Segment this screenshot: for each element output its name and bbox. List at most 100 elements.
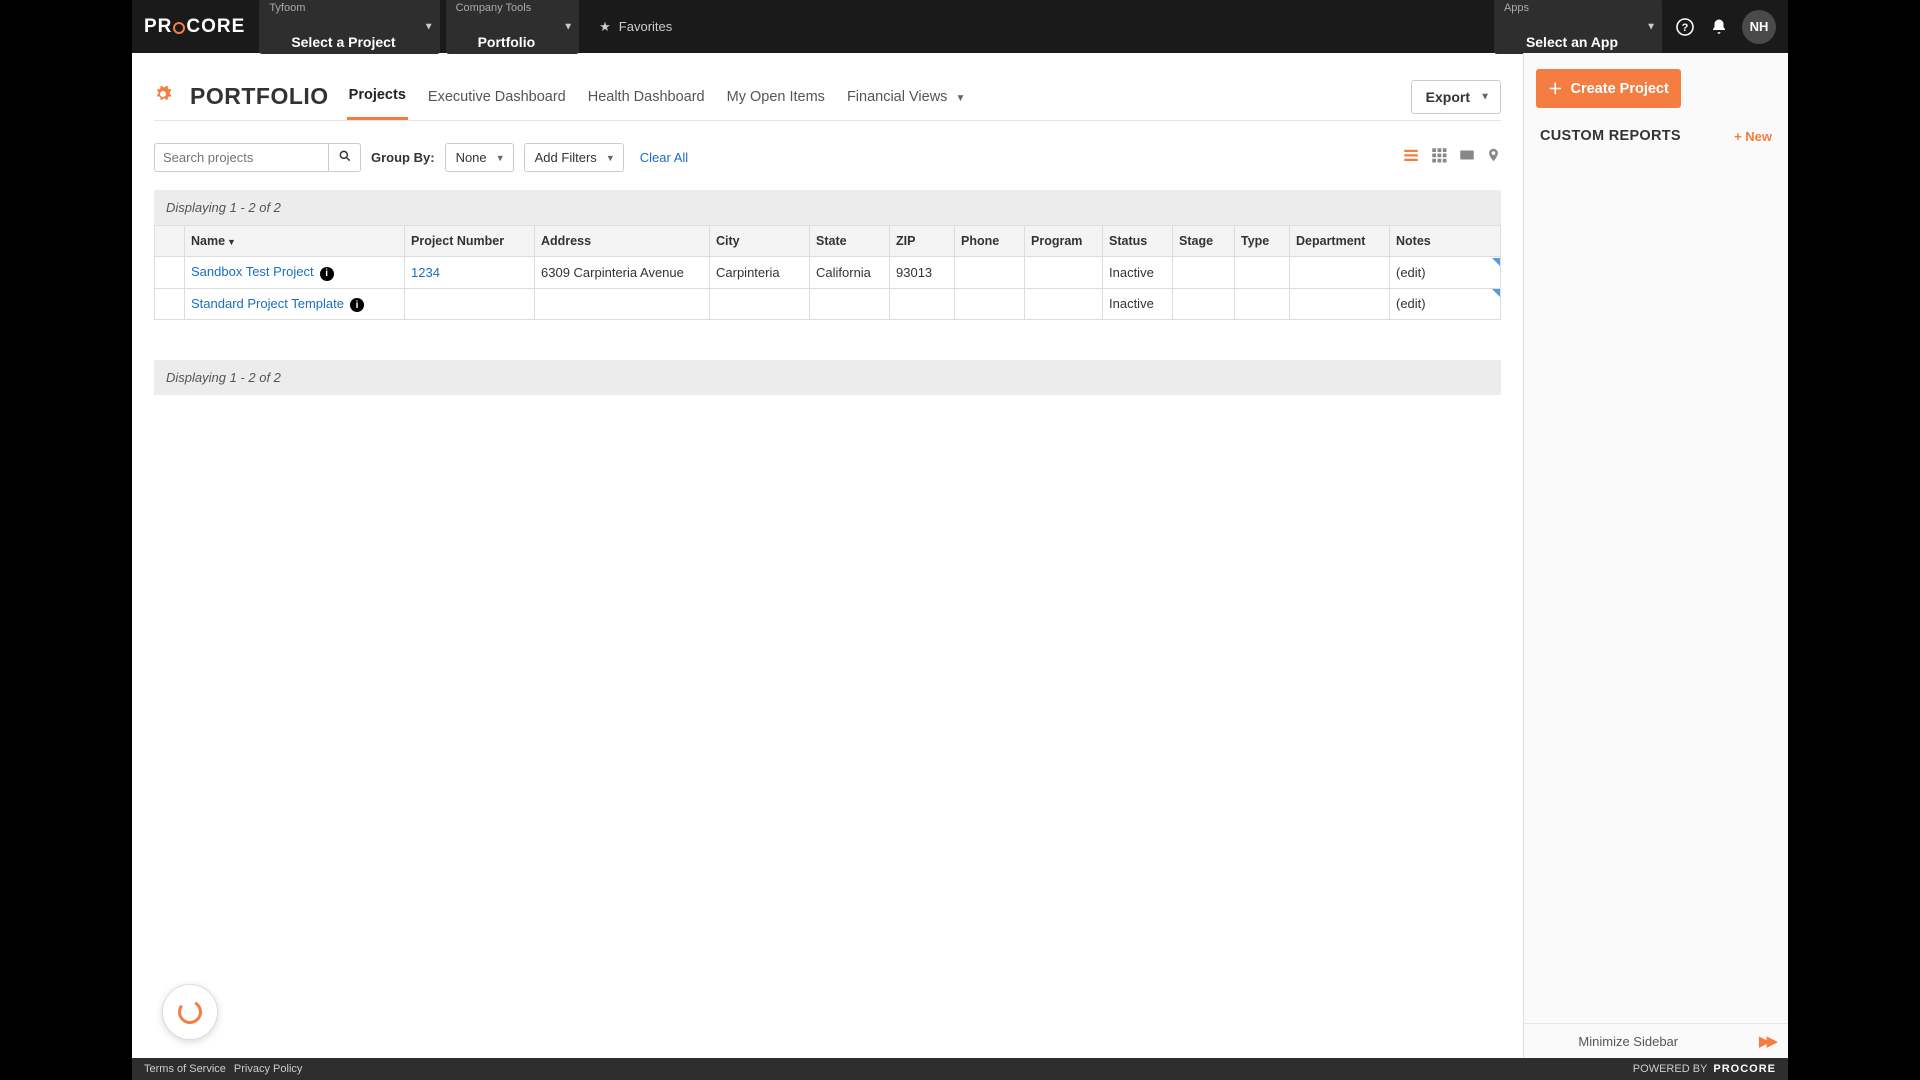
right-sidebar: ＋ Create Project CUSTOM REPORTS + New Mi… [1523,53,1788,1058]
page-title: PORTFOLIO [190,83,329,110]
help-icon[interactable]: ? [1672,14,1698,40]
tab-my-open-items[interactable]: My Open Items [725,75,827,119]
col-type[interactable]: Type [1235,226,1290,257]
projects-table: Name▼ Project Number Address City State … [154,225,1501,320]
col-phone[interactable]: Phone [955,226,1025,257]
add-filters-label: Add Filters [535,150,597,165]
tab-projects[interactable]: Projects [347,73,408,120]
caret-down-icon: ▼ [606,153,615,163]
user-avatar[interactable]: NH [1742,10,1776,44]
topbar: PRCORE Tyfoom Select a Project ▼ Company… [132,0,1788,53]
apps-selector-sup: Apps [1504,3,1640,14]
table-row: Sandbox Test Project i 1234 6309 Carpinteri… [155,257,1501,289]
powered-by-label: POWERED BY [1633,1063,1708,1075]
project-selector[interactable]: Tyfoom Select a Project ▼ [259,0,439,54]
cell-state [810,288,890,320]
caret-down-icon: ▼ [496,153,505,163]
tab-health-dashboard[interactable]: Health Dashboard [586,75,707,119]
col-program[interactable]: Program [1025,226,1103,257]
favorites-link[interactable]: ★ Favorites [599,19,672,35]
cell-number: 1234 [405,257,535,289]
cell-zip [890,288,955,320]
minimize-sidebar[interactable]: Minimize Sidebar ▶▶ [1524,1023,1788,1058]
col-status[interactable]: Status [1103,226,1173,257]
col-state[interactable]: State [810,226,890,257]
clear-all-link[interactable]: Clear All [640,150,688,165]
cell-name: Sandbox Test Project i [185,257,405,289]
view-map-icon[interactable] [1486,146,1501,169]
col-name-label: Name [191,234,225,248]
star-icon: ★ [599,19,611,35]
info-icon[interactable]: i [350,298,364,312]
bell-icon[interactable] [1706,14,1732,40]
table-header-row: Name▼ Project Number Address City State … [155,226,1501,257]
cell-phone [955,288,1025,320]
cell-status: Inactive [1103,288,1173,320]
export-button[interactable]: Export ▼ [1411,80,1501,114]
edit-notes-link[interactable]: (edit) [1396,296,1426,311]
new-report-link[interactable]: + New [1734,129,1772,144]
footer: Terms of Service Privacy Policy POWERED … [132,1058,1788,1080]
col-name[interactable]: Name▼ [185,226,405,257]
cell-program [1025,288,1103,320]
cell-address: 6309 Carpinteria Avenue [535,257,710,289]
cell-star[interactable] [155,257,185,289]
gear-icon[interactable] [154,85,172,108]
col-number[interactable]: Project Number [405,226,535,257]
search-button[interactable] [329,143,361,172]
info-icon[interactable]: i [320,267,334,281]
caret-down-icon: ▼ [1646,21,1656,32]
col-address[interactable]: Address [535,226,710,257]
create-project-label: Create Project [1571,81,1669,97]
cell-stage [1173,288,1235,320]
note-flag-icon [1492,289,1500,297]
tab-exec-dashboard[interactable]: Executive Dashboard [426,75,568,119]
tools-selector[interactable]: Company Tools Portfolio ▼ [446,0,580,54]
favorites-label: Favorites [619,19,672,34]
tos-link[interactable]: Terms of Service [144,1063,226,1075]
minimize-label: Minimize Sidebar [1578,1034,1678,1049]
export-label: Export [1426,89,1470,105]
table-row: Standard Project Template i Inactive (edit) [155,288,1501,320]
cell-city [710,288,810,320]
cell-notes: (edit) [1390,257,1501,289]
view-grid-icon[interactable] [1430,146,1448,169]
col-department[interactable]: Department [1290,226,1390,257]
privacy-link[interactable]: Privacy Policy [234,1063,302,1075]
caret-down-icon: ▼ [955,93,965,104]
project-link[interactable]: Standard Project Template [191,296,344,311]
chevron-right-icon: ▶▶ [1759,1032,1774,1050]
cell-address [535,288,710,320]
cell-status: Inactive [1103,257,1173,289]
tools-selector-sup: Company Tools [456,3,558,14]
col-star[interactable] [155,226,185,257]
col-stage[interactable]: Stage [1173,226,1235,257]
procore-logo[interactable]: PRCORE [144,16,245,38]
edit-notes-link[interactable]: (edit) [1396,265,1426,280]
groupby-label: Group By: [371,150,435,165]
apps-selector[interactable]: Apps Select an App ▼ [1494,0,1662,54]
col-notes[interactable]: Notes [1390,226,1501,257]
groupby-value: None [456,150,487,165]
cell-type [1235,288,1290,320]
col-city[interactable]: City [710,226,810,257]
search-input[interactable] [154,143,329,172]
tab-financial-views[interactable]: Financial Views ▼ [845,75,967,119]
groupby-select[interactable]: None ▼ [445,143,514,172]
page-header: PORTFOLIO Projects Executive Dashboard H… [154,73,1501,121]
view-list-icon[interactable] [1402,146,1420,169]
create-project-button[interactable]: ＋ Create Project [1536,69,1681,108]
project-number-link[interactable]: 1234 [411,265,440,280]
project-link[interactable]: Sandbox Test Project [191,264,314,279]
view-card-icon[interactable] [1458,146,1476,169]
add-filters-button[interactable]: Add Filters ▼ [524,143,624,172]
col-zip[interactable]: ZIP [890,226,955,257]
caret-down-icon: ▼ [563,21,573,32]
caret-down-icon: ▼ [1480,91,1490,102]
cell-star[interactable] [155,288,185,320]
cell-stage [1173,257,1235,289]
tools-selector-main: Portfolio [456,14,558,51]
project-selector-main: Select a Project [269,14,417,51]
cell-department [1290,257,1390,289]
chat-bubble-icon[interactable] [162,984,218,1040]
